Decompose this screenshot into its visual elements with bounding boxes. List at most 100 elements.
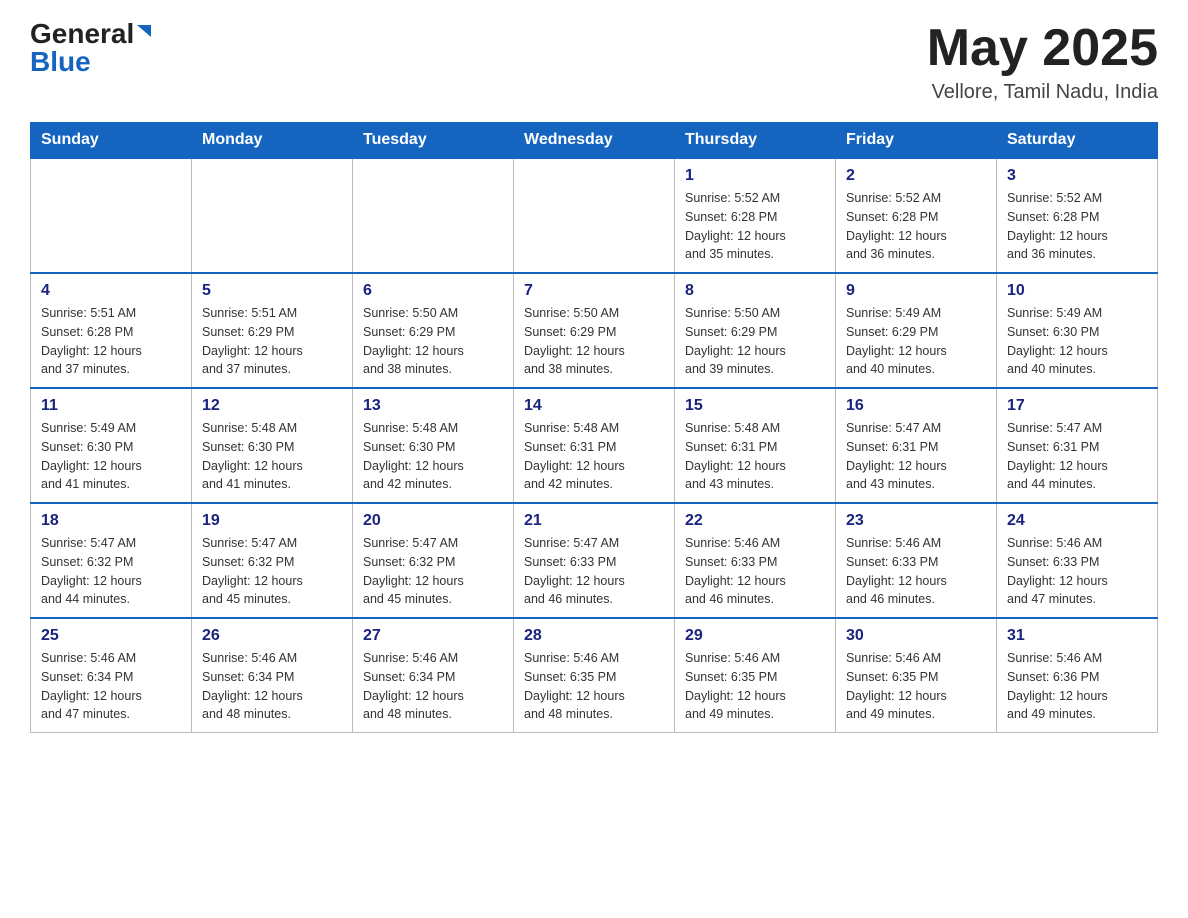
- title-area: May 2025 Vellore, Tamil Nadu, India: [927, 20, 1158, 104]
- calendar-cell: 22 Sunrise: 5:46 AMSunset: 6:33 PMDayligh…: [675, 503, 836, 618]
- day-info: Sunrise: 5:51 AMSunset: 6:29 PMDaylight:…: [202, 304, 342, 379]
- calendar-cell: 3Sunrise: 5:52 AMSunset: 6:28 PMDaylight…: [997, 158, 1158, 273]
- page-header: General Blue May 2025 Vellore, Tamil Nad…: [30, 20, 1158, 104]
- day-number: 14: [524, 397, 664, 415]
- day-number: 1: [685, 167, 825, 185]
- day-info: Sunrise: 5:50 AMSunset: 6:29 PMDaylight:…: [524, 304, 664, 379]
- logo: General Blue: [30, 20, 151, 76]
- day-number: 28: [524, 627, 664, 645]
- calendar-cell: 11Sunrise: 5:49 AMSunset: 6:30 PMDayligh…: [31, 388, 192, 503]
- col-header-saturday: Saturday: [997, 123, 1158, 159]
- day-info: Sunrise: 5:47 AMSunset: 6:31 PMDaylight:…: [846, 419, 986, 494]
- week-row-4: 18 Sunrise: 5:47 AMSunset: 6:32 PMDayligh…: [31, 503, 1158, 618]
- day-info: Sunrise: 5:51 AMSunset: 6:28 PMDaylight:…: [41, 304, 181, 379]
- day-info: Sunrise: 5:49 AMSunset: 6:29 PMDaylight:…: [846, 304, 986, 379]
- calendar-cell: 15 Sunrise: 5:48 AMSunset: 6:31 PMDayligh…: [675, 388, 836, 503]
- day-number: 25: [41, 627, 181, 645]
- calendar-cell: 23 Sunrise: 5:46 AMSunset: 6:33 PMDayligh…: [836, 503, 997, 618]
- col-header-wednesday: Wednesday: [514, 123, 675, 159]
- calendar-cell: 18 Sunrise: 5:47 AMSunset: 6:32 PMDayligh…: [31, 503, 192, 618]
- logo-blue: Blue: [30, 48, 91, 76]
- day-number: 15: [685, 397, 825, 415]
- day-number: 12: [202, 397, 342, 415]
- day-number: 19: [202, 512, 342, 530]
- day-info: Sunrise: 5:46 AMSunset: 6:33 PMDaylight:…: [685, 534, 825, 609]
- day-info: Sunrise: 5:50 AMSunset: 6:29 PMDaylight:…: [685, 304, 825, 379]
- day-info: Sunrise: 5:46 AMSunset: 6:35 PMDaylight:…: [846, 649, 986, 724]
- day-number: 9: [846, 282, 986, 300]
- day-info: Sunrise: 5:48 AMSunset: 6:30 PMDaylight:…: [202, 419, 342, 494]
- calendar-cell: 31Sunrise: 5:46 AMSunset: 6:36 PMDayligh…: [997, 618, 1158, 733]
- calendar-table: SundayMondayTuesdayWednesdayThursdayFrid…: [30, 122, 1158, 733]
- calendar-cell: 1Sunrise: 5:52 AMSunset: 6:28 PMDaylight…: [675, 158, 836, 273]
- day-number: 26: [202, 627, 342, 645]
- calendar-cell: 26 Sunrise: 5:46 AMSunset: 6:34 PMDayligh…: [192, 618, 353, 733]
- calendar-cell: 19 Sunrise: 5:47 AMSunset: 6:32 PMDayligh…: [192, 503, 353, 618]
- day-number: 5: [202, 282, 342, 300]
- day-info: Sunrise: 5:48 AMSunset: 6:30 PMDaylight:…: [363, 419, 503, 494]
- week-row-5: 25 Sunrise: 5:46 AMSunset: 6:34 PMDayligh…: [31, 618, 1158, 733]
- calendar-cell: 10 Sunrise: 5:49 AMSunset: 6:30 PMDayligh…: [997, 273, 1158, 388]
- day-info: Sunrise: 5:46 AMSunset: 6:34 PMDaylight:…: [41, 649, 181, 724]
- day-info: Sunrise: 5:46 AMSunset: 6:33 PMDaylight:…: [1007, 534, 1147, 609]
- day-number: 16: [846, 397, 986, 415]
- day-info: Sunrise: 5:49 AMSunset: 6:30 PMDaylight:…: [1007, 304, 1147, 379]
- calendar-cell: [31, 158, 192, 273]
- day-number: 17: [1007, 397, 1147, 415]
- day-info: Sunrise: 5:47 AMSunset: 6:31 PMDaylight:…: [1007, 419, 1147, 494]
- col-header-thursday: Thursday: [675, 123, 836, 159]
- calendar-cell: [192, 158, 353, 273]
- calendar-cell: [514, 158, 675, 273]
- day-info: Sunrise: 5:52 AMSunset: 6:28 PMDaylight:…: [1007, 189, 1147, 264]
- day-info: Sunrise: 5:47 AMSunset: 6:32 PMDaylight:…: [202, 534, 342, 609]
- day-number: 8: [685, 282, 825, 300]
- day-info: Sunrise: 5:50 AMSunset: 6:29 PMDaylight:…: [363, 304, 503, 379]
- calendar-cell: 8 Sunrise: 5:50 AMSunset: 6:29 PMDaylight…: [675, 273, 836, 388]
- col-header-monday: Monday: [192, 123, 353, 159]
- col-header-tuesday: Tuesday: [353, 123, 514, 159]
- calendar-cell: 4 Sunrise: 5:51 AMSunset: 6:28 PMDaylight…: [31, 273, 192, 388]
- calendar-cell: 13Sunrise: 5:48 AMSunset: 6:30 PMDayligh…: [353, 388, 514, 503]
- calendar-cell: 5 Sunrise: 5:51 AMSunset: 6:29 PMDaylight…: [192, 273, 353, 388]
- day-number: 29: [685, 627, 825, 645]
- day-info: Sunrise: 5:47 AMSunset: 6:33 PMDaylight:…: [524, 534, 664, 609]
- day-info: Sunrise: 5:47 AMSunset: 6:32 PMDaylight:…: [363, 534, 503, 609]
- calendar-cell: 16 Sunrise: 5:47 AMSunset: 6:31 PMDayligh…: [836, 388, 997, 503]
- calendar-cell: 20 Sunrise: 5:47 AMSunset: 6:32 PMDayligh…: [353, 503, 514, 618]
- calendar-cell: 21 Sunrise: 5:47 AMSunset: 6:33 PMDayligh…: [514, 503, 675, 618]
- logo-general: General: [30, 20, 134, 48]
- day-number: 21: [524, 512, 664, 530]
- calendar-header-row: SundayMondayTuesdayWednesdayThursdayFrid…: [31, 123, 1158, 159]
- day-info: Sunrise: 5:48 AMSunset: 6:31 PMDaylight:…: [685, 419, 825, 494]
- day-number: 18: [41, 512, 181, 530]
- week-row-2: 4 Sunrise: 5:51 AMSunset: 6:28 PMDaylight…: [31, 273, 1158, 388]
- calendar-cell: 30Sunrise: 5:46 AMSunset: 6:35 PMDayligh…: [836, 618, 997, 733]
- calendar-cell: 24Sunrise: 5:46 AMSunset: 6:33 PMDayligh…: [997, 503, 1158, 618]
- day-number: 23: [846, 512, 986, 530]
- day-info: Sunrise: 5:46 AMSunset: 6:33 PMDaylight:…: [846, 534, 986, 609]
- calendar-cell: 17 Sunrise: 5:47 AMSunset: 6:31 PMDayligh…: [997, 388, 1158, 503]
- day-info: Sunrise: 5:46 AMSunset: 6:36 PMDaylight:…: [1007, 649, 1147, 724]
- day-number: 22: [685, 512, 825, 530]
- calendar-cell: 28 Sunrise: 5:46 AMSunset: 6:35 PMDayligh…: [514, 618, 675, 733]
- calendar-cell: [353, 158, 514, 273]
- calendar-cell: 9 Sunrise: 5:49 AMSunset: 6:29 PMDaylight…: [836, 273, 997, 388]
- day-number: 27: [363, 627, 503, 645]
- day-info: Sunrise: 5:52 AMSunset: 6:28 PMDaylight:…: [846, 189, 986, 264]
- day-info: Sunrise: 5:46 AMSunset: 6:34 PMDaylight:…: [202, 649, 342, 724]
- day-info: Sunrise: 5:48 AMSunset: 6:31 PMDaylight:…: [524, 419, 664, 494]
- day-number: 4: [41, 282, 181, 300]
- day-number: 10: [1007, 282, 1147, 300]
- calendar-cell: 29 Sunrise: 5:46 AMSunset: 6:35 PMDayligh…: [675, 618, 836, 733]
- day-info: Sunrise: 5:46 AMSunset: 6:35 PMDaylight:…: [524, 649, 664, 724]
- day-info: Sunrise: 5:46 AMSunset: 6:35 PMDaylight:…: [685, 649, 825, 724]
- day-number: 7: [524, 282, 664, 300]
- day-number: 11: [41, 397, 181, 415]
- col-header-sunday: Sunday: [31, 123, 192, 159]
- day-info: Sunrise: 5:47 AMSunset: 6:32 PMDaylight:…: [41, 534, 181, 609]
- day-number: 20: [363, 512, 503, 530]
- day-number: 6: [363, 282, 503, 300]
- calendar-cell: 14 Sunrise: 5:48 AMSunset: 6:31 PMDayligh…: [514, 388, 675, 503]
- month-title: May 2025: [927, 20, 1158, 77]
- calendar-cell: 12 Sunrise: 5:48 AMSunset: 6:30 PMDayligh…: [192, 388, 353, 503]
